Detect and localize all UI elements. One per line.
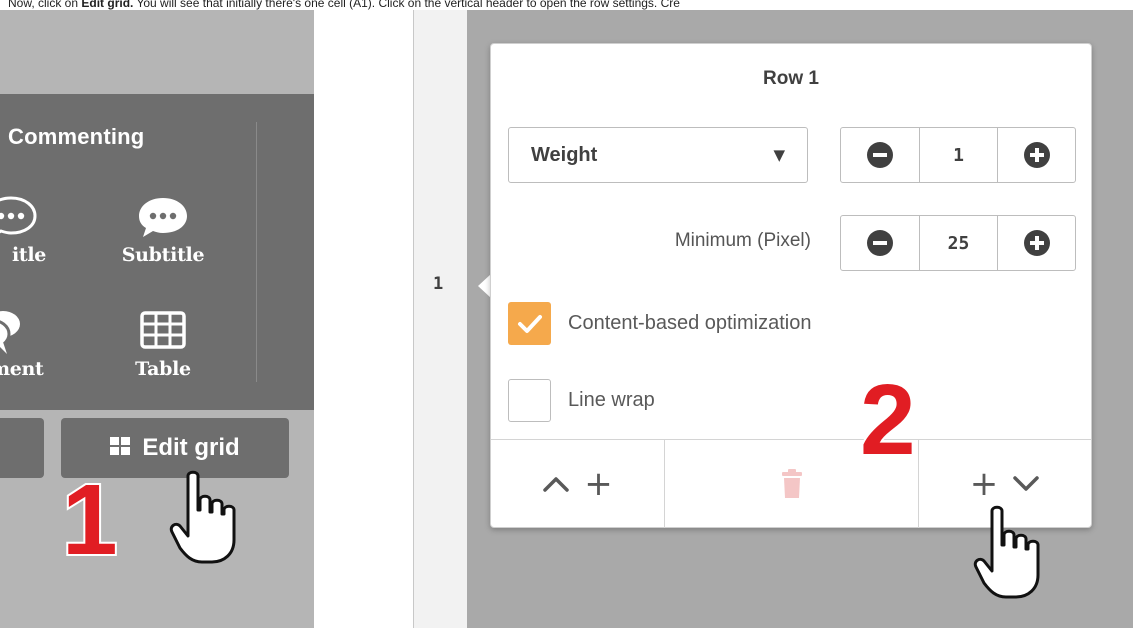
minimum-increment-button[interactable] — [997, 216, 1075, 270]
chevron-up-icon — [543, 477, 569, 492]
minimum-decrement-button[interactable] — [841, 216, 919, 270]
plus-icon: + — [584, 464, 613, 504]
line-wrap-label: Line wrap — [568, 389, 655, 411]
minimum-value-text: 25 — [947, 232, 970, 254]
minus-circle-icon — [867, 142, 893, 168]
plus-circle-icon — [1023, 230, 1050, 256]
minimum-pixel-label: Minimum (Pixel) — [674, 230, 811, 251]
minus-circle-icon — [867, 230, 893, 256]
weight-value-text: 1 — [953, 144, 964, 166]
table-tool-button[interactable]: Table — [108, 302, 218, 380]
caption-bold: Edit grid. — [81, 0, 134, 10]
caption-prefix: Now, click on — [8, 0, 82, 10]
weight-increment-button[interactable] — [997, 128, 1075, 182]
checkmark-icon — [517, 314, 542, 333]
trash-icon — [781, 469, 802, 498]
subtitle-tool-button[interactable]: Subtitle — [108, 188, 218, 266]
step-two-marker: 2 — [858, 364, 918, 476]
title-tool-label: itle — [11, 244, 47, 266]
double-speech-bubble-icon — [0, 302, 48, 358]
plus-circle-icon — [1023, 142, 1050, 168]
ribbon-separator — [256, 122, 257, 382]
canvas-gap — [314, 10, 414, 628]
plus-icon: + — [969, 464, 999, 504]
hand-pointer-icon — [169, 470, 236, 564]
caret-down-icon: ▼ — [773, 146, 785, 164]
content-optimization-checkbox[interactable] — [508, 302, 551, 345]
chevron-down-icon — [1013, 476, 1039, 491]
previous-toolbar-button[interactable] — [0, 418, 44, 478]
content-optimization-option[interactable]: Content-based optimization — [508, 302, 811, 345]
minimum-stepper[interactable]: 25 — [840, 215, 1076, 271]
size-mode-dropdown[interactable]: Weight ▼ — [508, 127, 808, 183]
speech-bubble-icon — [108, 188, 218, 244]
edit-grid-label: Edit grid — [142, 434, 240, 461]
comment-tool-label: nment — [0, 358, 44, 380]
caption-suffix: You will see that initially there's one … — [133, 0, 680, 10]
ribbon-panel: Commenting itle Subtitle ent Table Edit … — [0, 10, 314, 628]
insert-row-above-button[interactable]: + — [491, 440, 664, 528]
instruction-caption: Now, click on Edit grid. You will see th… — [8, 0, 680, 10]
grid-icon — [110, 437, 131, 459]
content-optimization-label: Content-based optimization — [568, 312, 812, 334]
weight-decrement-button[interactable] — [841, 128, 919, 182]
line-wrap-checkbox[interactable] — [508, 379, 551, 422]
title-tool-button[interactable]: itle — [0, 188, 66, 266]
commenting-ribbon: Commenting itle Subtitle ent Table — [0, 94, 314, 410]
popup-title: Row 1 — [763, 68, 819, 89]
row-header-number[interactable]: 1 — [433, 274, 443, 294]
table-icon — [108, 302, 218, 358]
speech-bubble-icon — [0, 188, 66, 244]
commenting-section-title: Commenting — [8, 124, 145, 149]
line-wrap-option[interactable]: Line wrap — [508, 379, 655, 422]
row-settings-popup: Row 1 Weight ▼ 1 Minimum (Pixel) 25 Cont… — [490, 43, 1092, 528]
step-one-marker: 1 — [60, 464, 120, 576]
weight-value[interactable]: 1 — [919, 128, 997, 182]
hand-pointer-icon — [973, 505, 1040, 599]
size-mode-value: Weight — [531, 143, 598, 166]
table-tool-label: Table — [135, 358, 191, 380]
subtitle-tool-label: Subtitle — [121, 244, 205, 266]
vertical-row-header[interactable] — [414, 10, 467, 628]
weight-stepper[interactable]: 1 — [840, 127, 1076, 183]
minimum-value[interactable]: 25 — [919, 216, 997, 270]
comment-tool-button[interactable]: nment — [0, 302, 48, 380]
